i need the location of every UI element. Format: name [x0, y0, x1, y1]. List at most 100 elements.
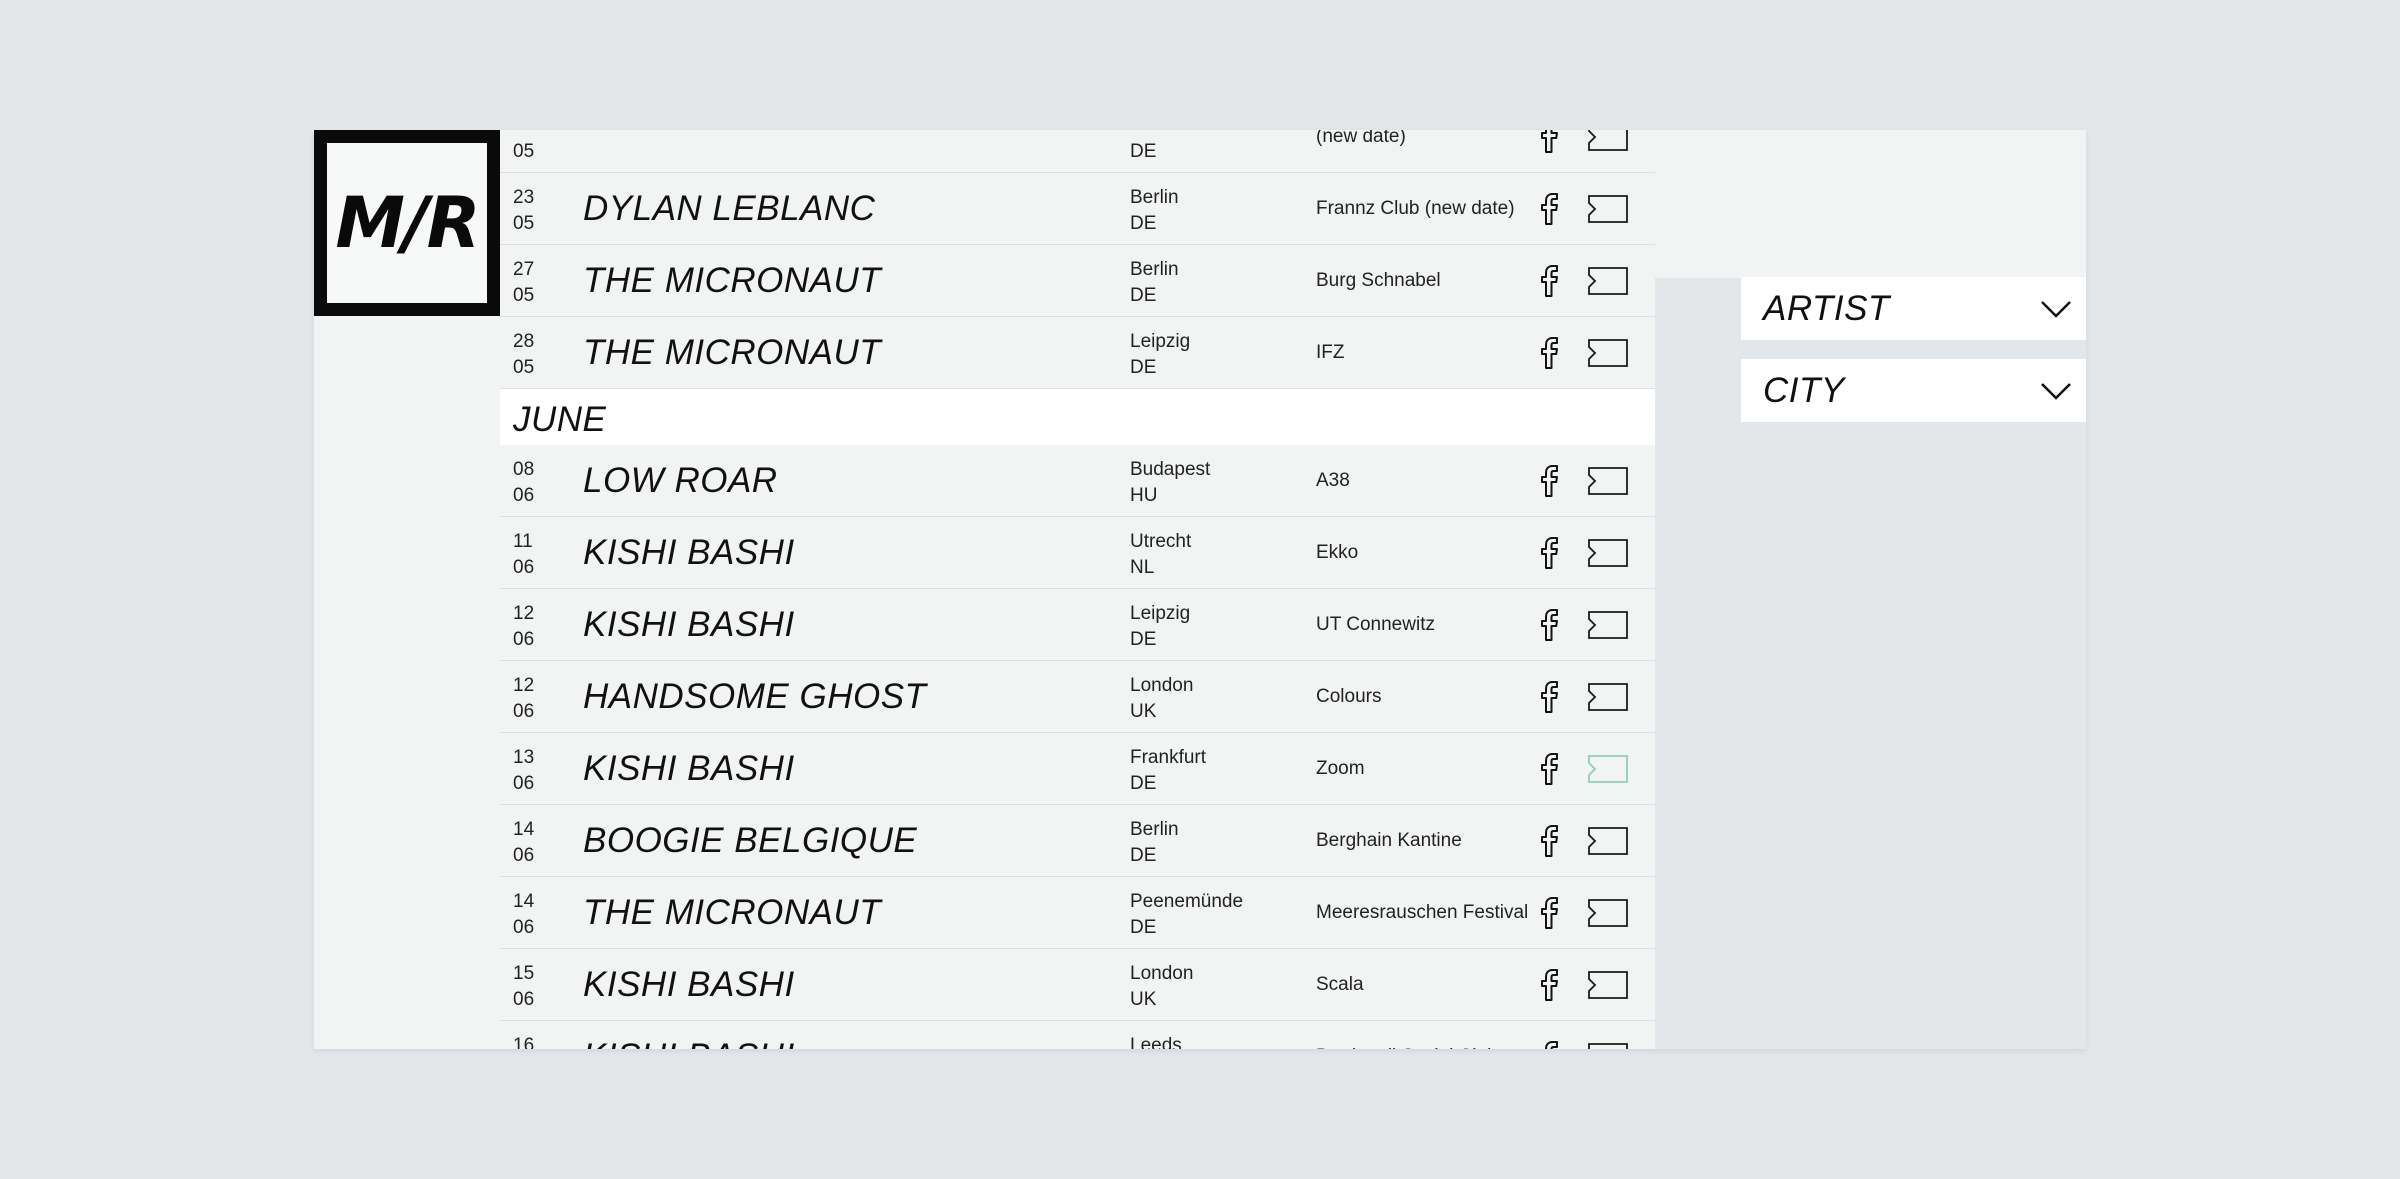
ticket-icon[interactable] [1588, 827, 1628, 855]
event-row: 05 DE (new date) [500, 130, 1655, 173]
event-venue-name: A38 [1316, 470, 1350, 491]
event-artist[interactable]: HANDSOME GHOST [583, 661, 926, 733]
event-city: London [1130, 675, 1194, 696]
facebook-icon[interactable] [1540, 265, 1560, 297]
event-day: 15 [513, 963, 535, 984]
event-artist[interactable]: KISHI BASHI [583, 589, 795, 661]
event-city: Peenemünde [1130, 891, 1244, 912]
event-day: 27 [513, 259, 535, 280]
event-artist[interactable]: KISHI BASHI [583, 949, 795, 1021]
event-artist[interactable]: THE MICRONAUT [583, 245, 881, 317]
event-venue: Meeresrauschen Festival [1316, 877, 1546, 949]
event-date: 23 05 [513, 185, 534, 237]
event-artist[interactable]: KISHI BASHI [583, 733, 795, 805]
event-venue: A38 [1316, 445, 1546, 517]
facebook-icon[interactable] [1540, 825, 1560, 857]
event-venue: UT Connewitz [1316, 589, 1546, 661]
event-venue-name: Berghain Kantine [1316, 830, 1462, 851]
event-venue: Frannz Club (new date) [1316, 173, 1546, 245]
ticket-icon[interactable] [1588, 267, 1628, 295]
ticket-icon[interactable] [1588, 467, 1628, 495]
event-month: 05 [513, 213, 535, 234]
event-row: 13 06 KISHI BASHI Frankfurt DE Zoom [500, 733, 1655, 805]
ticket-icon[interactable] [1588, 683, 1628, 711]
event-month: 06 [513, 989, 535, 1010]
ticket-icon[interactable] [1588, 195, 1628, 223]
event-city: Leeds [1130, 1035, 1182, 1049]
event-row: 12 06 HANDSOME GHOST London UK Colours [500, 661, 1655, 733]
event-location: Leipzig DE [1130, 601, 1190, 653]
event-location: Berlin DE [1130, 185, 1179, 237]
event-date: 14 06 [513, 817, 534, 869]
event-row: 1606 KISHI BASHI LeedsUK Brudenell Social C… [500, 1021, 1655, 1049]
event-artist[interactable]: LOW ROAR [583, 445, 778, 517]
event-month: 05 [513, 285, 535, 306]
event-country: HU [1130, 485, 1158, 506]
event-artist[interactable]: KISHI BASHI [583, 1021, 795, 1049]
event-location: DE [1130, 130, 1156, 165]
event-location: Frankfurt DE [1130, 745, 1206, 797]
event-month: 06 [513, 629, 535, 650]
city-filter-dropdown[interactable]: CITY [1741, 359, 2086, 422]
event-month: 06 [513, 557, 535, 578]
ticket-icon[interactable] [1588, 755, 1628, 783]
event-city: Frankfurt [1130, 747, 1207, 768]
facebook-icon[interactable] [1540, 681, 1560, 713]
facebook-icon[interactable] [1540, 969, 1560, 1001]
ticket-icon[interactable] [1588, 339, 1628, 367]
ticket-icon[interactable] [1588, 899, 1628, 927]
facebook-icon[interactable] [1540, 130, 1560, 153]
artist-filter-dropdown[interactable]: ARTIST [1741, 277, 2086, 340]
event-venue: Burg Schnabel [1316, 245, 1546, 317]
ticket-icon[interactable] [1588, 611, 1628, 639]
event-venue-name: Ekko [1316, 542, 1359, 563]
event-row: 27 05 THE MICRONAUT Berlin DE Burg Schnabel [500, 245, 1655, 317]
chevron-down-icon [2041, 382, 2071, 400]
city-filter-label: CITY [1763, 370, 1845, 410]
event-artist[interactable]: THE MICRONAUT [583, 317, 881, 389]
event-row: 15 06 KISHI BASHI London UK Scala [500, 949, 1655, 1021]
facebook-icon[interactable] [1540, 1041, 1560, 1049]
event-city: London [1130, 963, 1194, 984]
event-artist[interactable]: KISHI BASHI [583, 517, 795, 589]
facebook-icon[interactable] [1540, 753, 1560, 785]
event-venue-name: Scala [1316, 974, 1364, 995]
event-date: 15 06 [513, 961, 534, 1013]
event-venue-name: Frannz Club (new date) [1316, 198, 1515, 219]
event-row: 11 06 KISHI BASHI Utrecht NL Ekko [500, 517, 1655, 589]
event-location: London UK [1130, 673, 1193, 725]
event-city: Berlin [1130, 259, 1179, 280]
ticket-icon[interactable] [1588, 130, 1628, 151]
event-artist[interactable]: BOOGIE BELGIQUE [583, 805, 917, 877]
site-logo[interactable]: M/R [314, 130, 500, 316]
event-month: 06 [513, 485, 535, 506]
event-city: Leipzig [1130, 603, 1191, 624]
event-country: NL [1130, 557, 1155, 578]
facebook-icon[interactable] [1540, 193, 1560, 225]
facebook-icon[interactable] [1540, 609, 1560, 641]
facebook-icon[interactable] [1540, 537, 1560, 569]
event-venue: Zoom [1316, 733, 1546, 805]
event-country: UK [1130, 701, 1157, 722]
event-day: 23 [513, 187, 535, 208]
page-frame: 05 DE (new date) 23 05 DYLAN LEBLANC Berlin DE F… [314, 130, 2086, 1049]
facebook-icon[interactable] [1540, 465, 1560, 497]
facebook-icon[interactable] [1540, 897, 1560, 929]
ticket-icon[interactable] [1588, 1043, 1628, 1049]
event-row: 23 05 DYLAN LEBLANC Berlin DE Frannz Club (ne… [500, 173, 1655, 245]
event-day: 13 [513, 747, 535, 768]
event-artist[interactable]: DYLAN LEBLANC [583, 173, 875, 245]
event-artist[interactable]: THE MICRONAUT [583, 877, 881, 949]
facebook-icon[interactable] [1540, 337, 1560, 369]
ticket-icon[interactable] [1588, 971, 1628, 999]
event-month: 06 [513, 773, 535, 794]
ticket-icon[interactable] [1588, 539, 1628, 567]
event-location: Berlin DE [1130, 817, 1179, 869]
event-row: 14 06 BOOGIE BELGIQUE Berlin DE Berghain Kant… [500, 805, 1655, 877]
event-country: DE [1130, 141, 1157, 162]
event-country: DE [1130, 845, 1157, 866]
event-row: 28 05 THE MICRONAUT Leipzig DE IFZ [500, 317, 1655, 389]
event-city: Berlin [1130, 187, 1179, 208]
month-heading: JUNE [500, 389, 1655, 445]
event-venue-name: Meeresrauschen Festival [1316, 902, 1529, 923]
